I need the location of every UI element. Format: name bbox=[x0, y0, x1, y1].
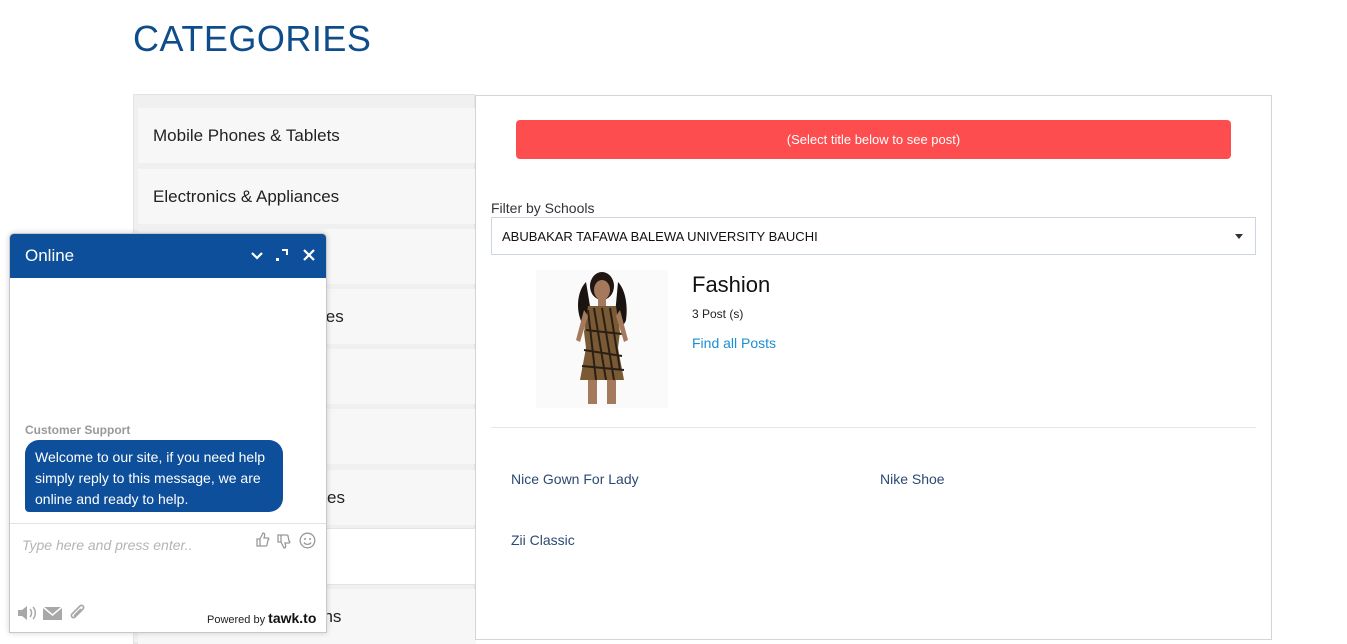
chat-header: Online bbox=[10, 234, 326, 278]
school-select[interactable]: ABUBAKAR TAFAWA BALEWA UNIVERSITY BAUCHI bbox=[491, 217, 1256, 255]
tawk-brand: tawk.to bbox=[268, 610, 317, 626]
chat-message-input[interactable] bbox=[20, 534, 249, 556]
post-link[interactable]: Nike Shoe bbox=[880, 471, 945, 487]
emoji-icon[interactable] bbox=[299, 532, 316, 549]
sound-icon[interactable] bbox=[16, 604, 38, 622]
expand-icon[interactable] bbox=[273, 246, 291, 264]
chevron-down-icon[interactable] bbox=[248, 246, 266, 264]
school-select-value: ABUBAKAR TAFAWA BALEWA UNIVERSITY BAUCHI bbox=[502, 228, 818, 244]
filter-label: Filter by Schools bbox=[491, 200, 595, 216]
powered-by-prefix: Powered by bbox=[207, 614, 266, 626]
category-item-mobile-phones[interactable]: Mobile Phones & Tablets bbox=[138, 108, 476, 163]
welcome-message: Welcome to our site, if you need help si… bbox=[25, 440, 283, 512]
attachment-icon[interactable] bbox=[68, 603, 88, 623]
divider bbox=[491, 427, 1256, 428]
close-icon[interactable] bbox=[300, 246, 318, 264]
select-title-banner: (Select title below to see post) bbox=[516, 120, 1231, 159]
find-all-posts-link[interactable]: Find all Posts bbox=[692, 335, 776, 351]
chat-widget: Online Customer Support Welcome to our s… bbox=[9, 233, 327, 633]
post-count: 3 Post (s) bbox=[692, 307, 744, 321]
thumbs-down-icon[interactable] bbox=[277, 533, 291, 549]
thumbs-up-icon[interactable] bbox=[256, 532, 270, 548]
powered-by[interactable]: Powered by tawk.to bbox=[207, 610, 316, 626]
category-name: Fashion bbox=[692, 272, 771, 297]
agent-name: Customer Support bbox=[25, 423, 131, 437]
page-title: CATEGORIES bbox=[133, 18, 372, 59]
caret-down-icon bbox=[1235, 234, 1243, 239]
post-link[interactable]: Nice Gown For Lady bbox=[511, 471, 639, 487]
divider bbox=[10, 523, 326, 524]
category-item-electronics[interactable]: Electronics & Appliances bbox=[138, 169, 476, 224]
post-link[interactable]: Zii Classic bbox=[511, 532, 575, 548]
chat-status: Online bbox=[25, 246, 75, 265]
category-content-panel: (Select title below to see post) Filter … bbox=[475, 95, 1272, 640]
email-icon[interactable] bbox=[42, 606, 63, 621]
fashion-dress-image bbox=[536, 270, 668, 408]
